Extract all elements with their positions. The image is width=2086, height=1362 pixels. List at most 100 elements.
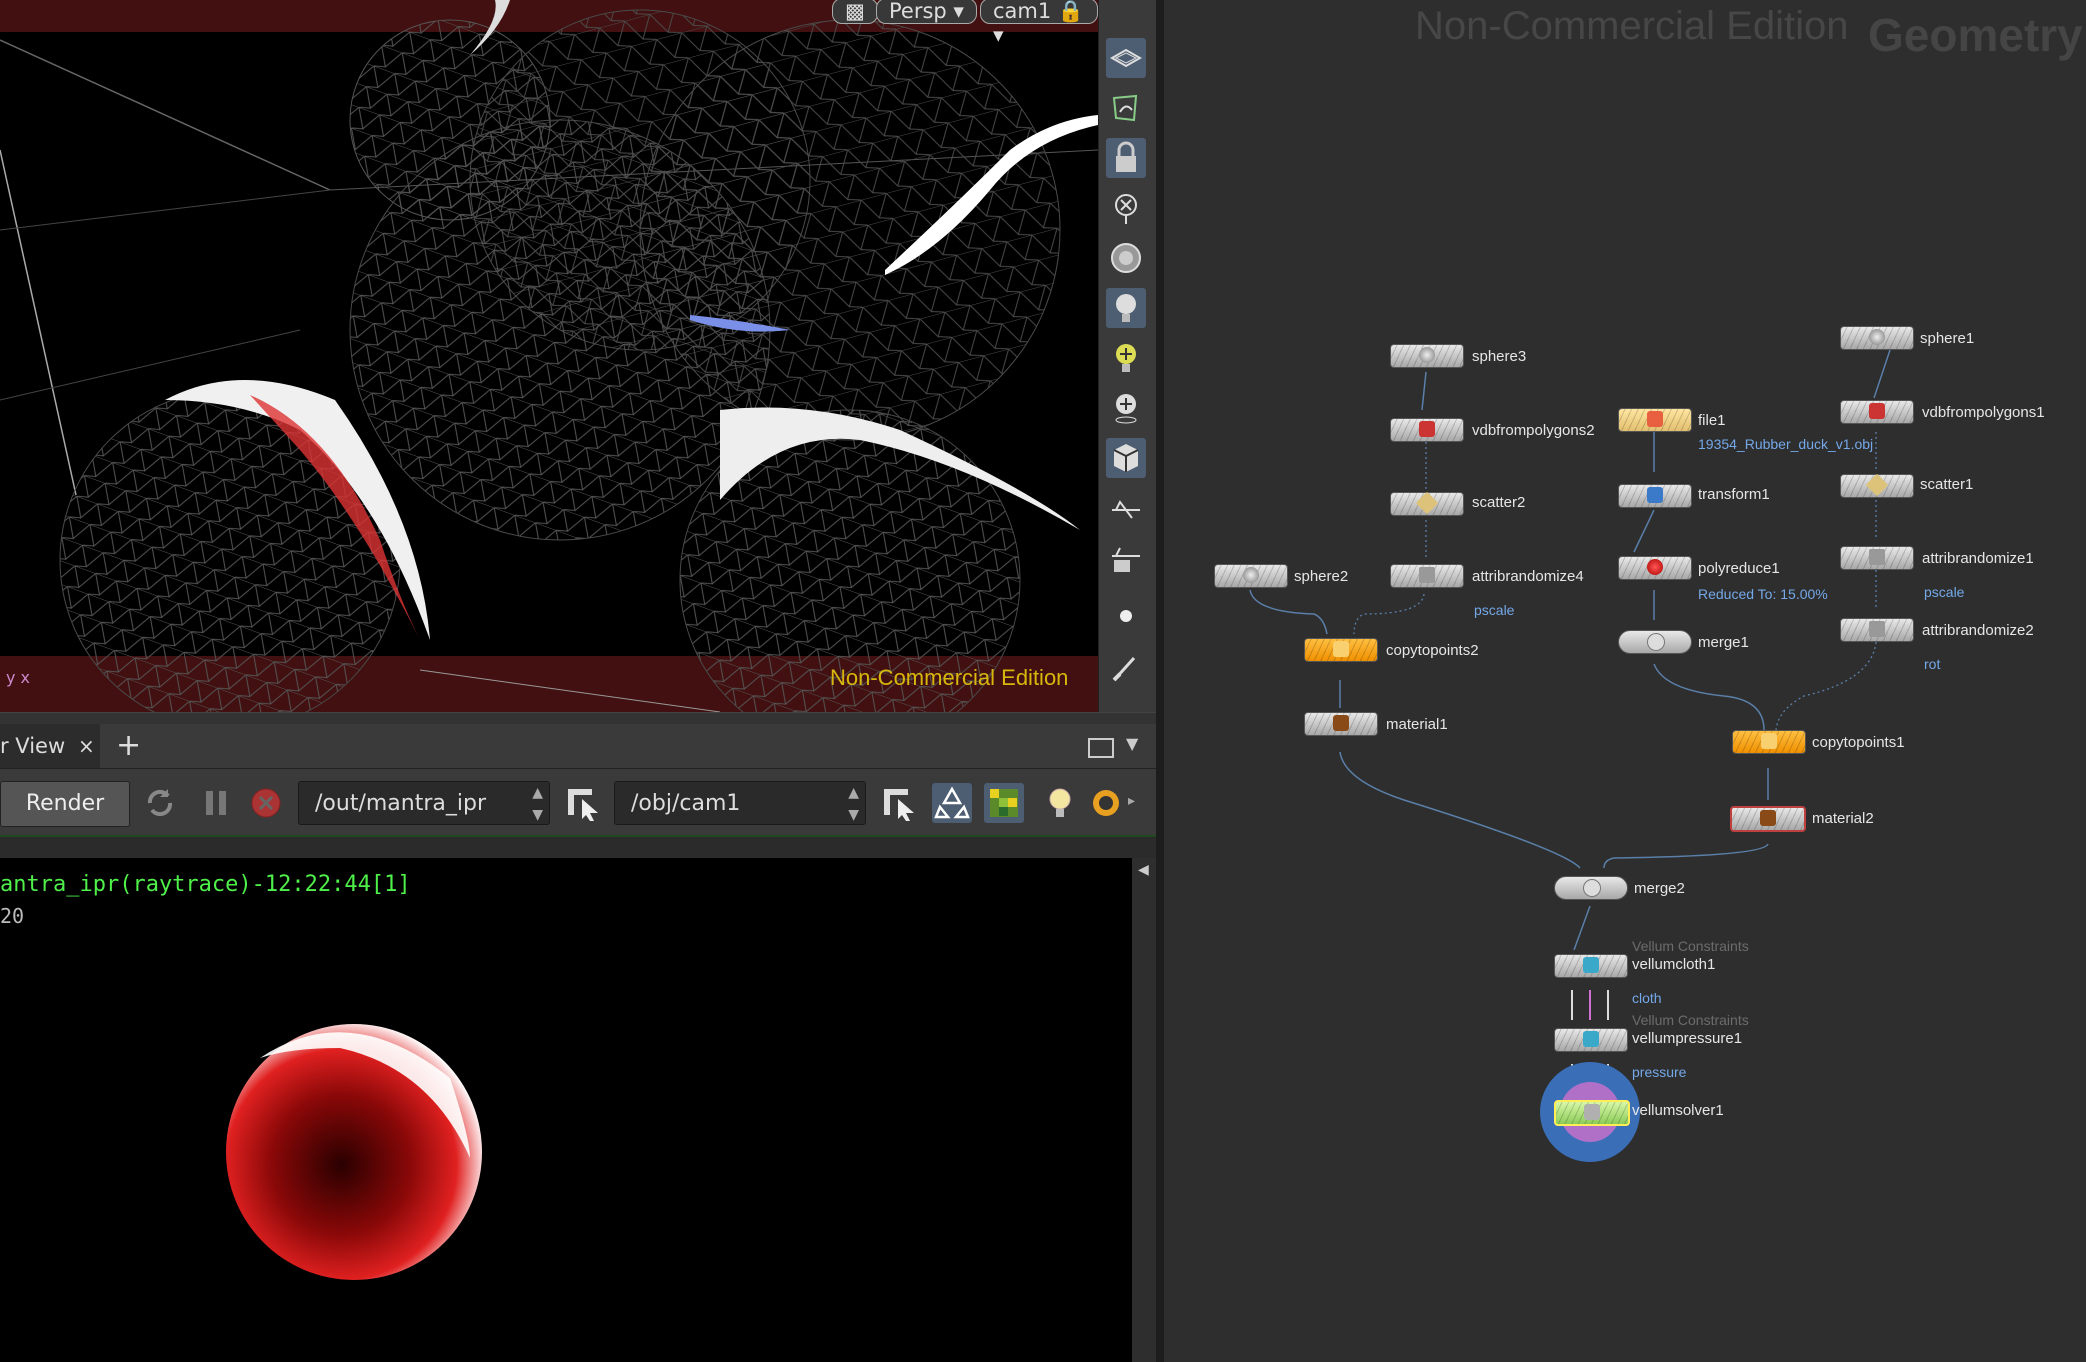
network-editor[interactable]: Non-Commercial Edition Geometry sphere3 …: [1164, 0, 2086, 1362]
object-display-icon[interactable]: [1106, 438, 1146, 478]
ghost-icon[interactable]: [1106, 488, 1146, 528]
node-label: vdbfrompolygons1: [1922, 404, 2045, 421]
rop-path-field[interactable]: /out/mantra_ipr ▲ ▼: [298, 781, 550, 825]
node-sphere1[interactable]: [1840, 326, 1914, 350]
render-options-icon[interactable]: [1088, 783, 1128, 823]
render-view-tab-bar: r View × + ▼: [0, 724, 1156, 769]
node-label: copytopoints1: [1812, 734, 1905, 751]
scrollbar[interactable]: ◀: [1132, 858, 1156, 1362]
node-group-label: Vellum Constraints: [1632, 1012, 1749, 1028]
node-sphere2[interactable]: [1214, 564, 1288, 588]
node-label: material2: [1812, 810, 1874, 827]
node-label: vdbfrompolygons2: [1472, 422, 1595, 439]
node-label: sphere3: [1472, 348, 1527, 365]
node-param: pressure: [1632, 1064, 1687, 1080]
node-label: sphere1: [1920, 330, 1975, 347]
add-tab-icon[interactable]: +: [116, 724, 141, 768]
node-label: attribrandomize2: [1922, 622, 2034, 639]
pane-splitter-vertical[interactable]: [1156, 0, 1164, 1362]
pause-icon[interactable]: [196, 783, 236, 823]
node-vdbfrompolygons1[interactable]: [1840, 400, 1914, 424]
lightbulb-icon[interactable]: [1040, 783, 1080, 823]
node-label: sphere2: [1294, 568, 1349, 585]
node-scatter2[interactable]: [1390, 491, 1464, 516]
node-label: polyreduce1: [1698, 560, 1780, 577]
node-param: cloth: [1632, 990, 1662, 1006]
node-label: vellumcloth1: [1632, 956, 1716, 973]
node-vellumpressure1[interactable]: [1554, 1028, 1628, 1052]
node-label: attribrandomize1: [1922, 550, 2034, 567]
node-merge2[interactable]: [1554, 876, 1628, 900]
node-sphere3[interactable]: [1390, 344, 1464, 368]
camera-path-field[interactable]: /obj/cam1 ▲ ▼: [614, 781, 866, 825]
node-scatter1[interactable]: [1840, 473, 1914, 498]
scene-viewport[interactable]: ▩ Persp ▾ cam1 🔒▾ y x Non-Commercial Edi…: [0, 0, 1098, 712]
node-file1[interactable]: [1618, 408, 1692, 432]
node-transform1[interactable]: [1618, 484, 1692, 508]
node-merge1[interactable]: [1618, 630, 1692, 654]
viewport-toolbar: [1098, 0, 1157, 712]
chevron-right-icon[interactable]: ▸: [1128, 793, 1135, 809]
node-attribrandomize4[interactable]: [1390, 564, 1464, 588]
node-label: merge1: [1698, 634, 1749, 651]
node-label: copytopoints2: [1386, 642, 1479, 659]
node-label: scatter1: [1920, 476, 1974, 493]
point-icon[interactable]: [1106, 596, 1146, 636]
select-camera-icon[interactable]: [880, 783, 920, 823]
light-icon[interactable]: [1106, 288, 1146, 328]
lock-camera-icon[interactable]: [1106, 138, 1146, 178]
preview-checker-icon[interactable]: [984, 783, 1024, 823]
headlight-icon[interactable]: [1106, 238, 1146, 278]
node-attribrandomize2[interactable]: [1840, 618, 1914, 642]
axis-gizmo: y x: [6, 668, 31, 687]
node-param: pscale: [1474, 602, 1515, 618]
chevron-down-icon[interactable]: ▼: [1126, 734, 1138, 753]
node-label: material1: [1386, 716, 1448, 733]
snap-icon[interactable]: [1106, 88, 1146, 128]
node-material1[interactable]: [1304, 712, 1378, 736]
node-polyreduce1[interactable]: [1618, 556, 1692, 580]
scroll-left-icon[interactable]: ◀: [1138, 862, 1149, 878]
viewport-lock-icon[interactable]: ▩: [832, 0, 878, 24]
hide-icon[interactable]: [1106, 188, 1146, 228]
refresh-icon[interactable]: [140, 783, 180, 823]
node-wires: [1249, 349, 1891, 1162]
node-label: scatter2: [1472, 494, 1526, 511]
node-label: attribrandomize4: [1472, 568, 1584, 585]
node-copytopoints1[interactable]: [1732, 730, 1806, 754]
view-menu[interactable]: Persp ▾: [876, 0, 977, 24]
render-button[interactable]: Render: [0, 781, 130, 827]
node-label: transform1: [1698, 486, 1770, 503]
brush-icon[interactable]: [1106, 646, 1146, 686]
node-attribrandomize1[interactable]: [1840, 546, 1914, 570]
wireframe-render: [0, 0, 1098, 712]
node-group-label: Vellum Constraints: [1632, 938, 1749, 954]
node-label: file1: [1698, 412, 1726, 429]
ipr-status-text: antra_ipr(raytrace)-12:22:44[1]: [0, 872, 411, 897]
select-rop-icon[interactable]: [564, 783, 604, 823]
node-vdbfrompolygons2[interactable]: [1390, 418, 1464, 442]
node-label: merge2: [1634, 880, 1685, 897]
node-param: pscale: [1924, 584, 1965, 600]
close-icon[interactable]: ×: [78, 724, 95, 768]
pane-layout-icon[interactable]: [1088, 738, 1114, 758]
node-param: 19354_Rubber_duck_v1.obj: [1698, 436, 1874, 452]
camera-menu[interactable]: cam1 🔒▾: [980, 0, 1098, 47]
rendered-sphere: [226, 1024, 482, 1280]
add-light-2-icon[interactable]: [1106, 388, 1146, 428]
node-copytopoints2[interactable]: [1304, 638, 1378, 662]
node-vellumcloth1[interactable]: [1554, 954, 1628, 978]
node-param: Reduced To: 15.00%: [1698, 586, 1828, 602]
node-vellumsolver1[interactable]: [1554, 1100, 1630, 1126]
viewport-watermark: Non-Commercial Edition: [830, 665, 1069, 690]
stop-icon[interactable]: [246, 783, 286, 823]
node-material2[interactable]: [1730, 806, 1806, 832]
auto-update-icon[interactable]: [932, 783, 972, 823]
node-label: vellumsolver1: [1632, 1102, 1724, 1119]
node-param: rot: [1924, 656, 1941, 672]
ghost-2-icon[interactable]: [1106, 538, 1146, 578]
add-light-icon[interactable]: [1106, 338, 1146, 378]
display-options-icon[interactable]: [1106, 38, 1146, 78]
node-label: vellumpressure1: [1632, 1030, 1743, 1047]
render-canvas[interactable]: [0, 858, 1132, 1362]
